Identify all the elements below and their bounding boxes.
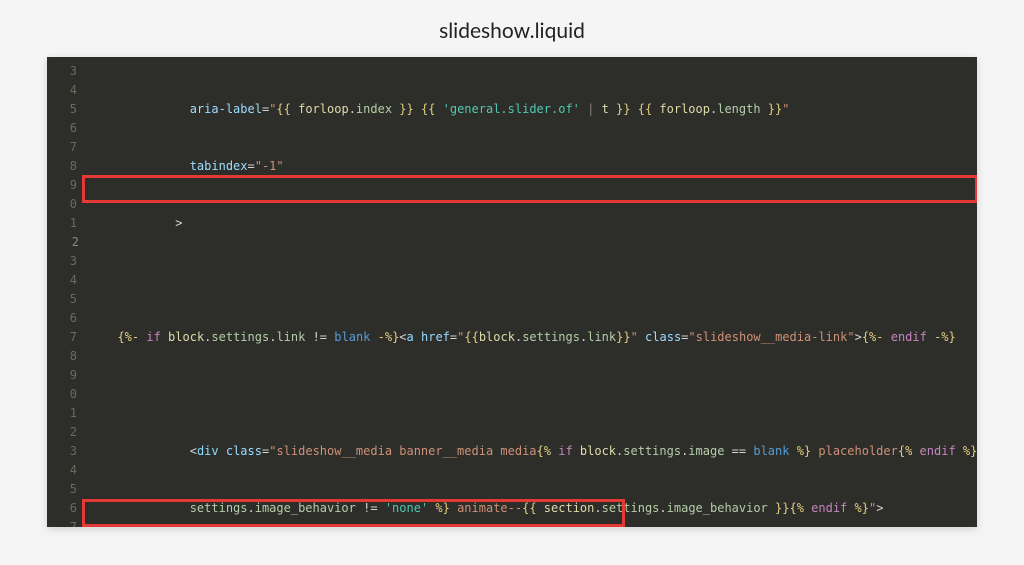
code-line: aria-label="{{ forloop.index }} {{ 'gene…	[85, 100, 977, 119]
code-line	[85, 385, 977, 404]
code-line: tabindex="-1"	[85, 157, 977, 176]
code-line: settings.image_behavior != 'none' %} ani…	[85, 499, 977, 518]
file-title: slideshow.liquid	[439, 18, 585, 43]
code-line	[85, 271, 977, 290]
line-number-gutter: 3 4 5 6 7 8 9 0 1 2 3 4 5 6 7 8 9 0 1 2 …	[47, 57, 85, 527]
code-content[interactable]: aria-label="{{ forloop.index }} {{ 'gene…	[85, 57, 977, 527]
code-line: <div class="slideshow__media banner__med…	[85, 442, 977, 461]
code-line-highlighted: {%- if block.settings.link != blank -%}<…	[85, 328, 977, 347]
code-line: >	[85, 214, 977, 233]
code-editor: 3 4 5 6 7 8 9 0 1 2 3 4 5 6 7 8 9 0 1 2 …	[47, 57, 977, 527]
